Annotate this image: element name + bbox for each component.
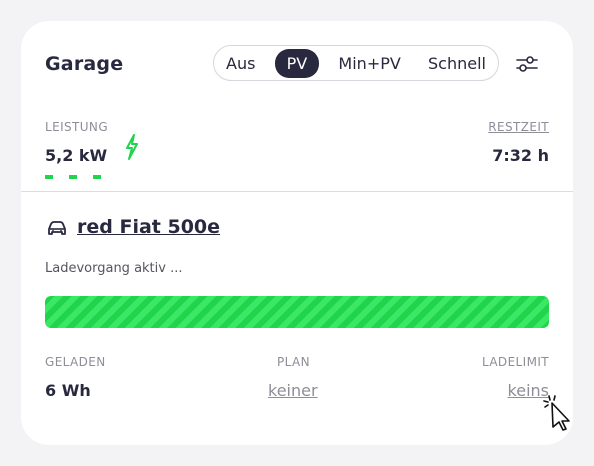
car-icon xyxy=(48,221,66,235)
divider xyxy=(21,191,573,192)
mode-schnell-button[interactable]: Schnell xyxy=(420,49,494,78)
power-value: 5,2 kW xyxy=(45,146,108,165)
mouse-cursor-icon xyxy=(543,395,570,431)
charging-progress-bar xyxy=(45,296,549,328)
power-label: LEISTUNG xyxy=(45,120,109,134)
remaining-time-label[interactable]: RESTZEIT xyxy=(488,120,549,134)
mode-aus-button[interactable]: Aus xyxy=(218,49,263,78)
mode-minpv-button[interactable]: Min+PV xyxy=(330,49,408,78)
remaining-time-value: 7:32 h xyxy=(492,146,549,165)
loadpoint-card: Garage Aus PV Min+PV Schnell LEISTUNG 5,… xyxy=(21,21,573,445)
plan-label: PLAN xyxy=(277,355,310,369)
charged-label: GELADEN xyxy=(45,355,106,369)
sliders-icon[interactable] xyxy=(515,53,539,75)
lightning-bolt-icon xyxy=(126,134,138,160)
power-dashes xyxy=(45,175,101,179)
charged-value: 6 Wh xyxy=(45,381,91,400)
loadpoint-title: Garage xyxy=(45,53,124,75)
charging-status: Ladevorgang aktiv ... xyxy=(45,261,183,276)
plan-value-link[interactable]: keiner xyxy=(268,381,318,400)
mode-pv-button[interactable]: PV xyxy=(274,48,320,78)
vehicle-name-link[interactable]: red Fiat 500e xyxy=(77,216,220,238)
mode-selector: Aus PV Min+PV Schnell xyxy=(213,45,499,81)
charge-limit-label: LADELIMIT xyxy=(481,355,549,369)
